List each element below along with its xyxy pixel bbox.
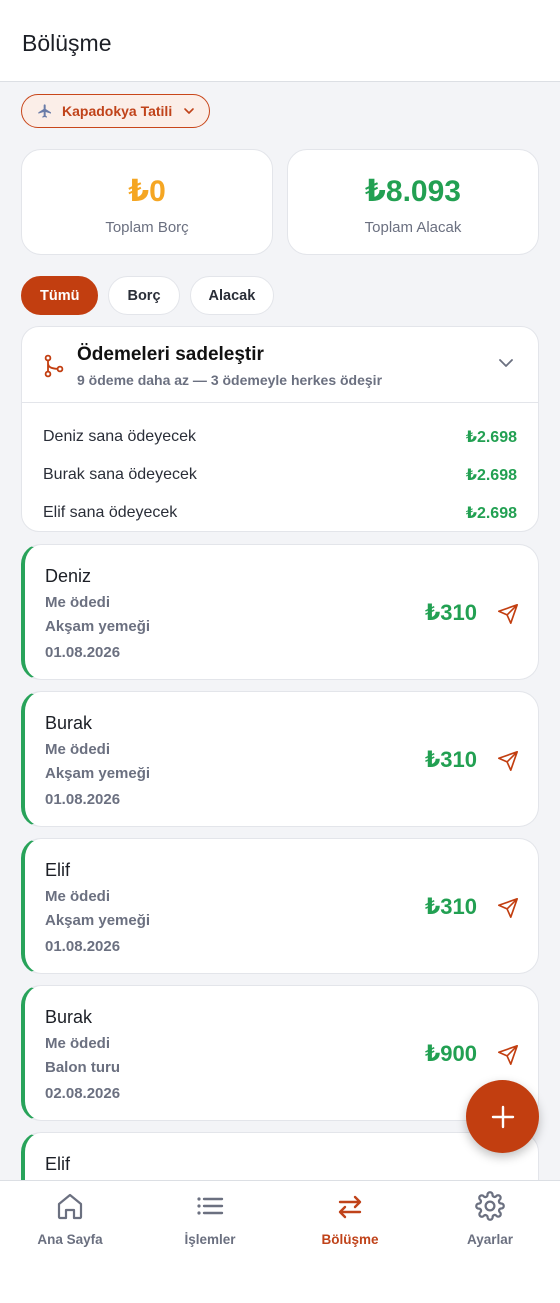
debtor-name: Deniz	[45, 566, 92, 586]
settlement-text: Elif sana ödeyecek	[43, 504, 178, 521]
nav-item-settings[interactable]: Ayarlar	[420, 1181, 560, 1247]
list-icon	[197, 1197, 224, 1215]
debt-card[interactable]: Elif Me ödedi Akşam yemeği 01.08.2026 ₺3…	[21, 838, 539, 974]
filter-tabs: Tümü Borç Alacak	[21, 276, 275, 315]
nav-item-home[interactable]: Ana Sayfa	[0, 1181, 140, 1247]
nav-item-label: İşlemler	[184, 1232, 236, 1247]
simplify-header[interactable]: Ödemeleri sadeleştir 9 ödeme daha az — 3…	[22, 327, 538, 403]
send-icon[interactable]	[497, 603, 519, 625]
page-title: Bölüşme	[22, 30, 112, 56]
send-icon[interactable]	[497, 750, 519, 772]
total-debt-label: Toplam Borç	[105, 219, 189, 236]
nav-item-transactions[interactable]: İşlemler	[140, 1181, 280, 1247]
list-item: Elif sana ödeyecek ₺2.698	[22, 494, 538, 532]
settlement-amount: ₺2.698	[465, 505, 517, 522]
app-header: Bölüşme	[0, 0, 560, 82]
add-expense-button[interactable]	[466, 1080, 539, 1153]
chevron-down-icon[interactable]	[498, 357, 514, 369]
expense-date: 01.08.2026	[45, 938, 121, 955]
payer-text: Me ödedi	[45, 888, 111, 905]
total-credit-amount: ₺8.093	[365, 175, 461, 208]
filter-all[interactable]: Tümü	[21, 276, 99, 315]
settlement-text: Burak sana ödeyecek	[43, 466, 197, 483]
debt-amount: ₺310	[424, 894, 477, 919]
simplify-title: Ödemeleri sadeleştir	[77, 344, 264, 365]
payer-text: Me ödedi	[45, 741, 111, 758]
trip-selector-label: Kapadokya Tatili	[62, 103, 173, 119]
airplane-icon	[38, 104, 51, 118]
gear-icon	[475, 1191, 505, 1221]
trip-selector[interactable]: Kapadokya Tatili	[21, 94, 210, 128]
simplify-subtitle: 9 ödeme daha az — 3 ödemeyle herkes ödeş…	[77, 372, 383, 388]
send-icon[interactable]	[497, 897, 519, 919]
debtor-name: Elif	[45, 860, 71, 880]
chevron-down-icon	[184, 108, 195, 114]
nav-item-label: Bölüşme	[321, 1232, 379, 1247]
settlement-text: Deniz sana ödeyecek	[43, 428, 196, 445]
debt-amount: ₺900	[424, 1041, 477, 1066]
filter-credit[interactable]: Alacak	[189, 276, 275, 315]
expense-description: Akşam yemeği	[45, 765, 151, 782]
nav-item-label: Ayarlar	[466, 1232, 514, 1247]
simplify-rows: Deniz sana ödeyecek ₺2.698 Burak sana öd…	[22, 403, 538, 532]
home-icon	[57, 1193, 83, 1220]
total-debt-amount: ₺0	[128, 175, 166, 208]
nav-item-split[interactable]: Bölüşme	[280, 1181, 420, 1247]
branch-icon	[44, 354, 64, 378]
settlement-amount: ₺2.698	[465, 429, 517, 446]
total-debt-card: ₺0 Toplam Borç	[21, 149, 273, 255]
payer-text: Me ödedi	[45, 1035, 111, 1052]
nav-item-label: Ana Sayfa	[37, 1232, 103, 1247]
bottom-navigation: Ana Sayfa İşlemler Bölüşme Ayarlar	[0, 1180, 560, 1303]
list-item: Burak sana ödeyecek ₺2.698	[22, 456, 538, 494]
debtor-name: Elif	[45, 1154, 71, 1174]
settlement-amount: ₺2.698	[465, 467, 517, 484]
debtor-name: Burak	[45, 1007, 93, 1027]
debt-card[interactable]: Deniz Me ödedi Akşam yemeği 01.08.2026 ₺…	[21, 544, 539, 680]
expense-description: Balon turu	[45, 1059, 120, 1076]
debt-amount: ₺310	[424, 747, 477, 772]
expense-date: 01.08.2026	[45, 644, 121, 661]
swap-arrows-icon	[338, 1195, 362, 1219]
total-credit-card: ₺8.093 Toplam Alacak	[287, 149, 539, 255]
list-item: Deniz sana ödeyecek ₺2.698	[22, 418, 538, 456]
debt-card[interactable]: Burak Me ödedi Akşam yemeği 01.08.2026 ₺…	[21, 691, 539, 827]
expense-date: 02.08.2026	[45, 1085, 121, 1102]
debt-amount: ₺310	[424, 600, 477, 625]
filter-debt[interactable]: Borç	[108, 276, 180, 315]
debtor-name: Burak	[45, 713, 93, 733]
expense-description: Akşam yemeği	[45, 618, 151, 635]
simplify-payments-card: Ödemeleri sadeleştir 9 ödeme daha az — 3…	[21, 326, 539, 532]
total-credit-label: Toplam Alacak	[364, 219, 462, 236]
debt-card[interactable]: Burak Me ödedi Balon turu 02.08.2026 ₺90…	[21, 985, 539, 1121]
expense-description: Akşam yemeği	[45, 912, 151, 929]
expense-date: 01.08.2026	[45, 791, 121, 808]
payer-text: Me ödedi	[45, 594, 111, 611]
send-icon[interactable]	[497, 1044, 519, 1066]
plus-icon	[491, 1105, 514, 1128]
